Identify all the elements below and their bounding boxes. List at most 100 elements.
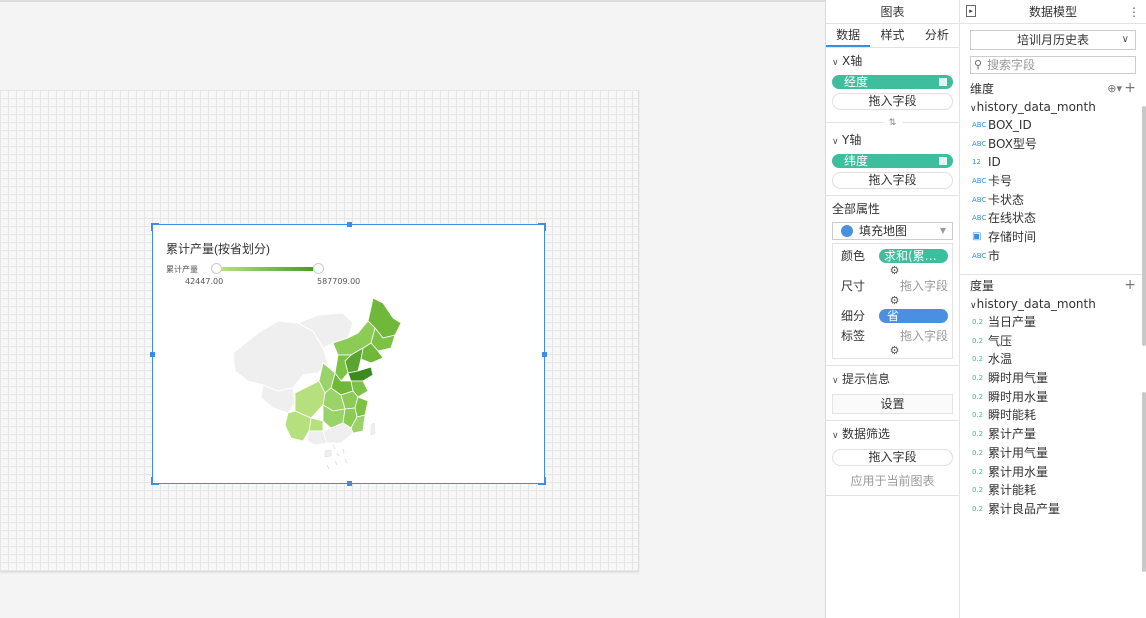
dimension-item-label: 卡状态 <box>988 192 1025 207</box>
measure-item[interactable]: 0.2 当日产量 <box>960 313 1146 332</box>
more-icon[interactable]: ⋮ <box>1128 0 1140 24</box>
prop-size-value[interactable]: 拖入字段 <box>879 279 948 293</box>
resize-corner-tl[interactable] <box>151 223 159 231</box>
tab-style[interactable]: 样式 <box>870 24 914 47</box>
measures-title: 度量 <box>970 279 995 293</box>
dimension-item[interactable]: ABC 卡号 <box>960 172 1146 191</box>
number-type-icon: 0.2 <box>972 318 984 326</box>
measure-item-label: 累计用气量 <box>988 445 1049 460</box>
measure-item-label: 累计良品产量 <box>988 501 1061 516</box>
dimension-item[interactable]: ABC 卡状态 <box>960 191 1146 210</box>
add-dimension-icon[interactable]: + <box>1124 79 1136 97</box>
chart-type-select[interactable]: 填充地图 ▼ <box>832 222 953 240</box>
measure-item[interactable]: 0.2 气压 <box>960 332 1146 351</box>
resize-handle-top[interactable] <box>347 222 352 227</box>
tab-data[interactable]: 数据 <box>826 24 871 47</box>
filter-header[interactable]: ∨ 数据筛选 <box>832 425 953 445</box>
geo-settings-icon[interactable]: ⊕▾ <box>1107 80 1122 98</box>
y-axis-field-pill[interactable]: 纬度 <box>832 154 953 168</box>
measure-item[interactable]: 0.2 瞬时用水量 <box>960 388 1146 407</box>
tooltip-header[interactable]: ∨ 提示信息 <box>832 370 953 390</box>
apply-to-chart-link[interactable]: 应用于当前图表 <box>832 472 953 489</box>
measure-item[interactable]: 0.2 水温 <box>960 350 1146 369</box>
dimension-item[interactable]: ABC BOX型号 <box>960 135 1146 154</box>
field-menu-icon[interactable] <box>939 78 947 86</box>
measure-item[interactable]: 0.2 累计良品产量 <box>960 500 1146 519</box>
measure-item[interactable]: 0.2 累计用气量 <box>960 444 1146 463</box>
dimension-group[interactable]: ∨history_data_month <box>960 98 1146 116</box>
x-axis-drop-zone[interactable]: 拖入字段 <box>832 93 953 110</box>
number-type-icon: 0.2 <box>972 392 984 401</box>
resize-handle-left[interactable] <box>150 352 155 357</box>
prop-size-label: 尺寸 <box>841 279 866 293</box>
dimension-item[interactable]: ABC BOX_ID <box>960 116 1146 135</box>
china-map[interactable] <box>223 293 413 473</box>
prop-color-value[interactable]: 求和(累… <box>879 249 948 263</box>
filter-drop-zone[interactable]: 拖入字段 <box>832 449 953 466</box>
y-axis-drop-zone[interactable]: 拖入字段 <box>832 172 953 189</box>
measure-group[interactable]: ∨history_data_month <box>960 295 1146 313</box>
number-type-icon: 0.2 <box>972 336 984 345</box>
legend-label: 累计产量 <box>166 265 198 274</box>
gear-icon[interactable]: ⚙ <box>841 295 948 306</box>
prop-box: 颜色 求和(累… ⚙ 尺寸 拖入字段 ⚙ 细分 省 标签 拖入字段 ⚙ <box>832 243 953 359</box>
text-type-icon: ABC <box>972 195 987 204</box>
gear-icon[interactable]: ⚙ <box>841 265 948 276</box>
measure-item[interactable]: 0.2 累计用水量 <box>960 463 1146 482</box>
dimension-scrollbar[interactable] <box>1142 106 1146 346</box>
number-type-icon: 0.2 <box>972 504 984 513</box>
chevron-down-icon: ∨ <box>832 376 839 386</box>
measures-header: 度量 + <box>960 277 1146 295</box>
measure-item[interactable]: 0.2 累计能耗 <box>960 481 1146 500</box>
number-type-icon: 0.2 <box>972 448 984 457</box>
map-region-sichuan <box>294 380 326 419</box>
resize-corner-bl[interactable] <box>151 477 159 485</box>
prop-detail-value[interactable]: 省 <box>879 309 948 323</box>
map-chart-widget[interactable]: 累计产量(按省划分) 累计产量 42447.00 587709.00 <box>150 222 547 486</box>
resize-handle-right[interactable] <box>542 352 547 357</box>
chevron-down-icon: ∨ <box>970 301 977 311</box>
dimension-item-label: BOX型号 <box>988 136 1037 151</box>
x-axis-header[interactable]: ∨ X轴 <box>832 52 953 72</box>
measure-item[interactable]: 0.2 累计产量 <box>960 425 1146 444</box>
table-select[interactable]: 培训月历史表 ∨ <box>970 30 1136 50</box>
dimension-item[interactable]: ▣ 存储时间 <box>960 228 1146 247</box>
measure-scrollbar[interactable] <box>1142 392 1146 572</box>
x-axis-title: X轴 <box>842 54 863 68</box>
dimension-item-label: 在线状态 <box>988 211 1037 226</box>
dimension-item[interactable]: ABC 在线状态 <box>960 209 1146 228</box>
tooltip-settings-button[interactable]: 设置 <box>832 394 953 414</box>
resize-corner-br[interactable] <box>538 477 546 485</box>
y-axis-header[interactable]: ∨ Y轴 <box>832 131 953 151</box>
add-measure-icon[interactable]: + <box>1124 276 1136 294</box>
resize-handle-bottom[interactable] <box>347 481 352 486</box>
dimension-item[interactable]: 12 ID <box>960 153 1146 172</box>
dimension-item[interactable]: ABC机型 <box>960 266 1146 269</box>
field-menu-icon[interactable] <box>939 157 947 165</box>
dropdown-arrow-icon: ▼ <box>939 226 946 235</box>
prop-detail[interactable]: 细分 省 <box>841 306 948 326</box>
y-axis-section: ∨ Y轴 纬度 拖入字段 <box>826 123 959 196</box>
gear-icon[interactable]: ⚙ <box>841 345 948 356</box>
data-model-panel: ▸ 数据模型 ⋮ 培训月历史表 ∨ ⚲ 搜索字段 维度 ⊕▾ + ∨histor… <box>960 0 1146 618</box>
collapse-panel-icon[interactable]: ▸ <box>966 5 976 17</box>
dimension-item[interactable]: ABC 市 <box>960 247 1146 266</box>
prop-color[interactable]: 颜色 求和(累… <box>841 246 948 266</box>
search-input[interactable]: ⚲ 搜索字段 <box>970 56 1136 74</box>
measure-item[interactable]: 0.2 瞬时用气量 <box>960 369 1146 388</box>
x-axis-field-label: 经度 <box>844 75 869 89</box>
dimension-item-label: 存储时间 <box>988 230 1037 245</box>
filter-section: ∨ 数据筛选 拖入字段 应用于当前图表 <box>826 421 959 496</box>
tab-analysis[interactable]: 分析 <box>915 24 959 47</box>
text-type-icon: ABC <box>972 177 987 186</box>
number-type-icon: 0.2 <box>972 430 984 439</box>
resize-corner-tr[interactable] <box>538 223 546 231</box>
measure-item[interactable]: 0.2 瞬时能耗 <box>960 406 1146 425</box>
prop-size[interactable]: 尺寸 拖入字段 <box>841 276 948 296</box>
legend-max-handle[interactable] <box>313 263 324 274</box>
legend-min-handle[interactable] <box>211 263 222 274</box>
prop-label-value[interactable]: 拖入字段 <box>879 329 948 343</box>
x-axis-field-pill[interactable]: 经度 <box>832 75 953 89</box>
measure-item-label: 气压 <box>988 333 1013 348</box>
prop-label[interactable]: 标签 拖入字段 <box>841 326 948 346</box>
